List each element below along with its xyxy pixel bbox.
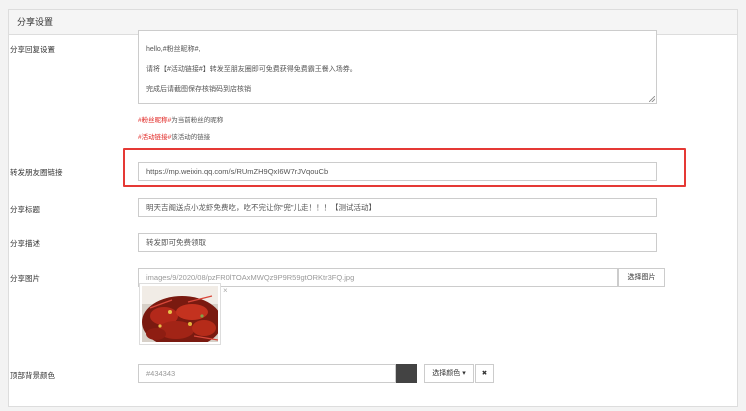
remove-image-icon[interactable]: × [223, 286, 228, 295]
top-bg-color-label: 顶部背景颜色 [10, 371, 55, 380]
reply-text: hello,#粉丝昵称#, 请将【#活动链接#】转发至朋友圈即可免费获得免费霸王… [146, 46, 357, 93]
help-nickname-text: 为当前粉丝的昵称 [171, 117, 224, 124]
reply-label: 分享回复设置 [10, 45, 55, 54]
help-link-text: 该活动的链接 [171, 134, 211, 141]
share-image-thumbnail [140, 284, 220, 344]
choose-image-button[interactable]: 选择图片 [618, 268, 665, 287]
clear-color-icon[interactable]: ✖ [475, 364, 494, 383]
crayfish-photo [142, 286, 218, 342]
share-title-input[interactable]: 明天吉阁送点小龙虾免费吃，吃不完让你“兜”儿走！！！【测试活动】 [138, 198, 657, 217]
help-nickname: #粉丝昵称#为当前粉丝的昵称 [138, 114, 223, 124]
help-nickname-token: #粉丝昵称# [138, 117, 172, 124]
share-desc-input[interactable]: 转发即可免费领取 [138, 233, 657, 252]
moments-link-label: 转发朋友圈链接 [10, 168, 63, 177]
share-desc-label: 分享描述 [10, 239, 40, 248]
share-image-label: 分享图片 [10, 274, 40, 283]
choose-color-button[interactable]: 选择颜色 ▾ [424, 364, 474, 383]
help-link-token: #活动链接# [138, 134, 172, 141]
help-link: #活动链接#该活动的链接 [138, 131, 210, 141]
resize-handle-icon[interactable] [649, 96, 655, 102]
share-title-label: 分享标题 [10, 205, 40, 214]
color-swatch[interactable] [396, 364, 417, 383]
highlight-box [123, 148, 686, 187]
reply-textarea[interactable]: hello,#粉丝昵称#, 请将【#活动链接#】转发至朋友圈即可免费获得免费霸王… [138, 30, 657, 104]
top-bg-color-input[interactable]: #434343 [138, 364, 396, 383]
